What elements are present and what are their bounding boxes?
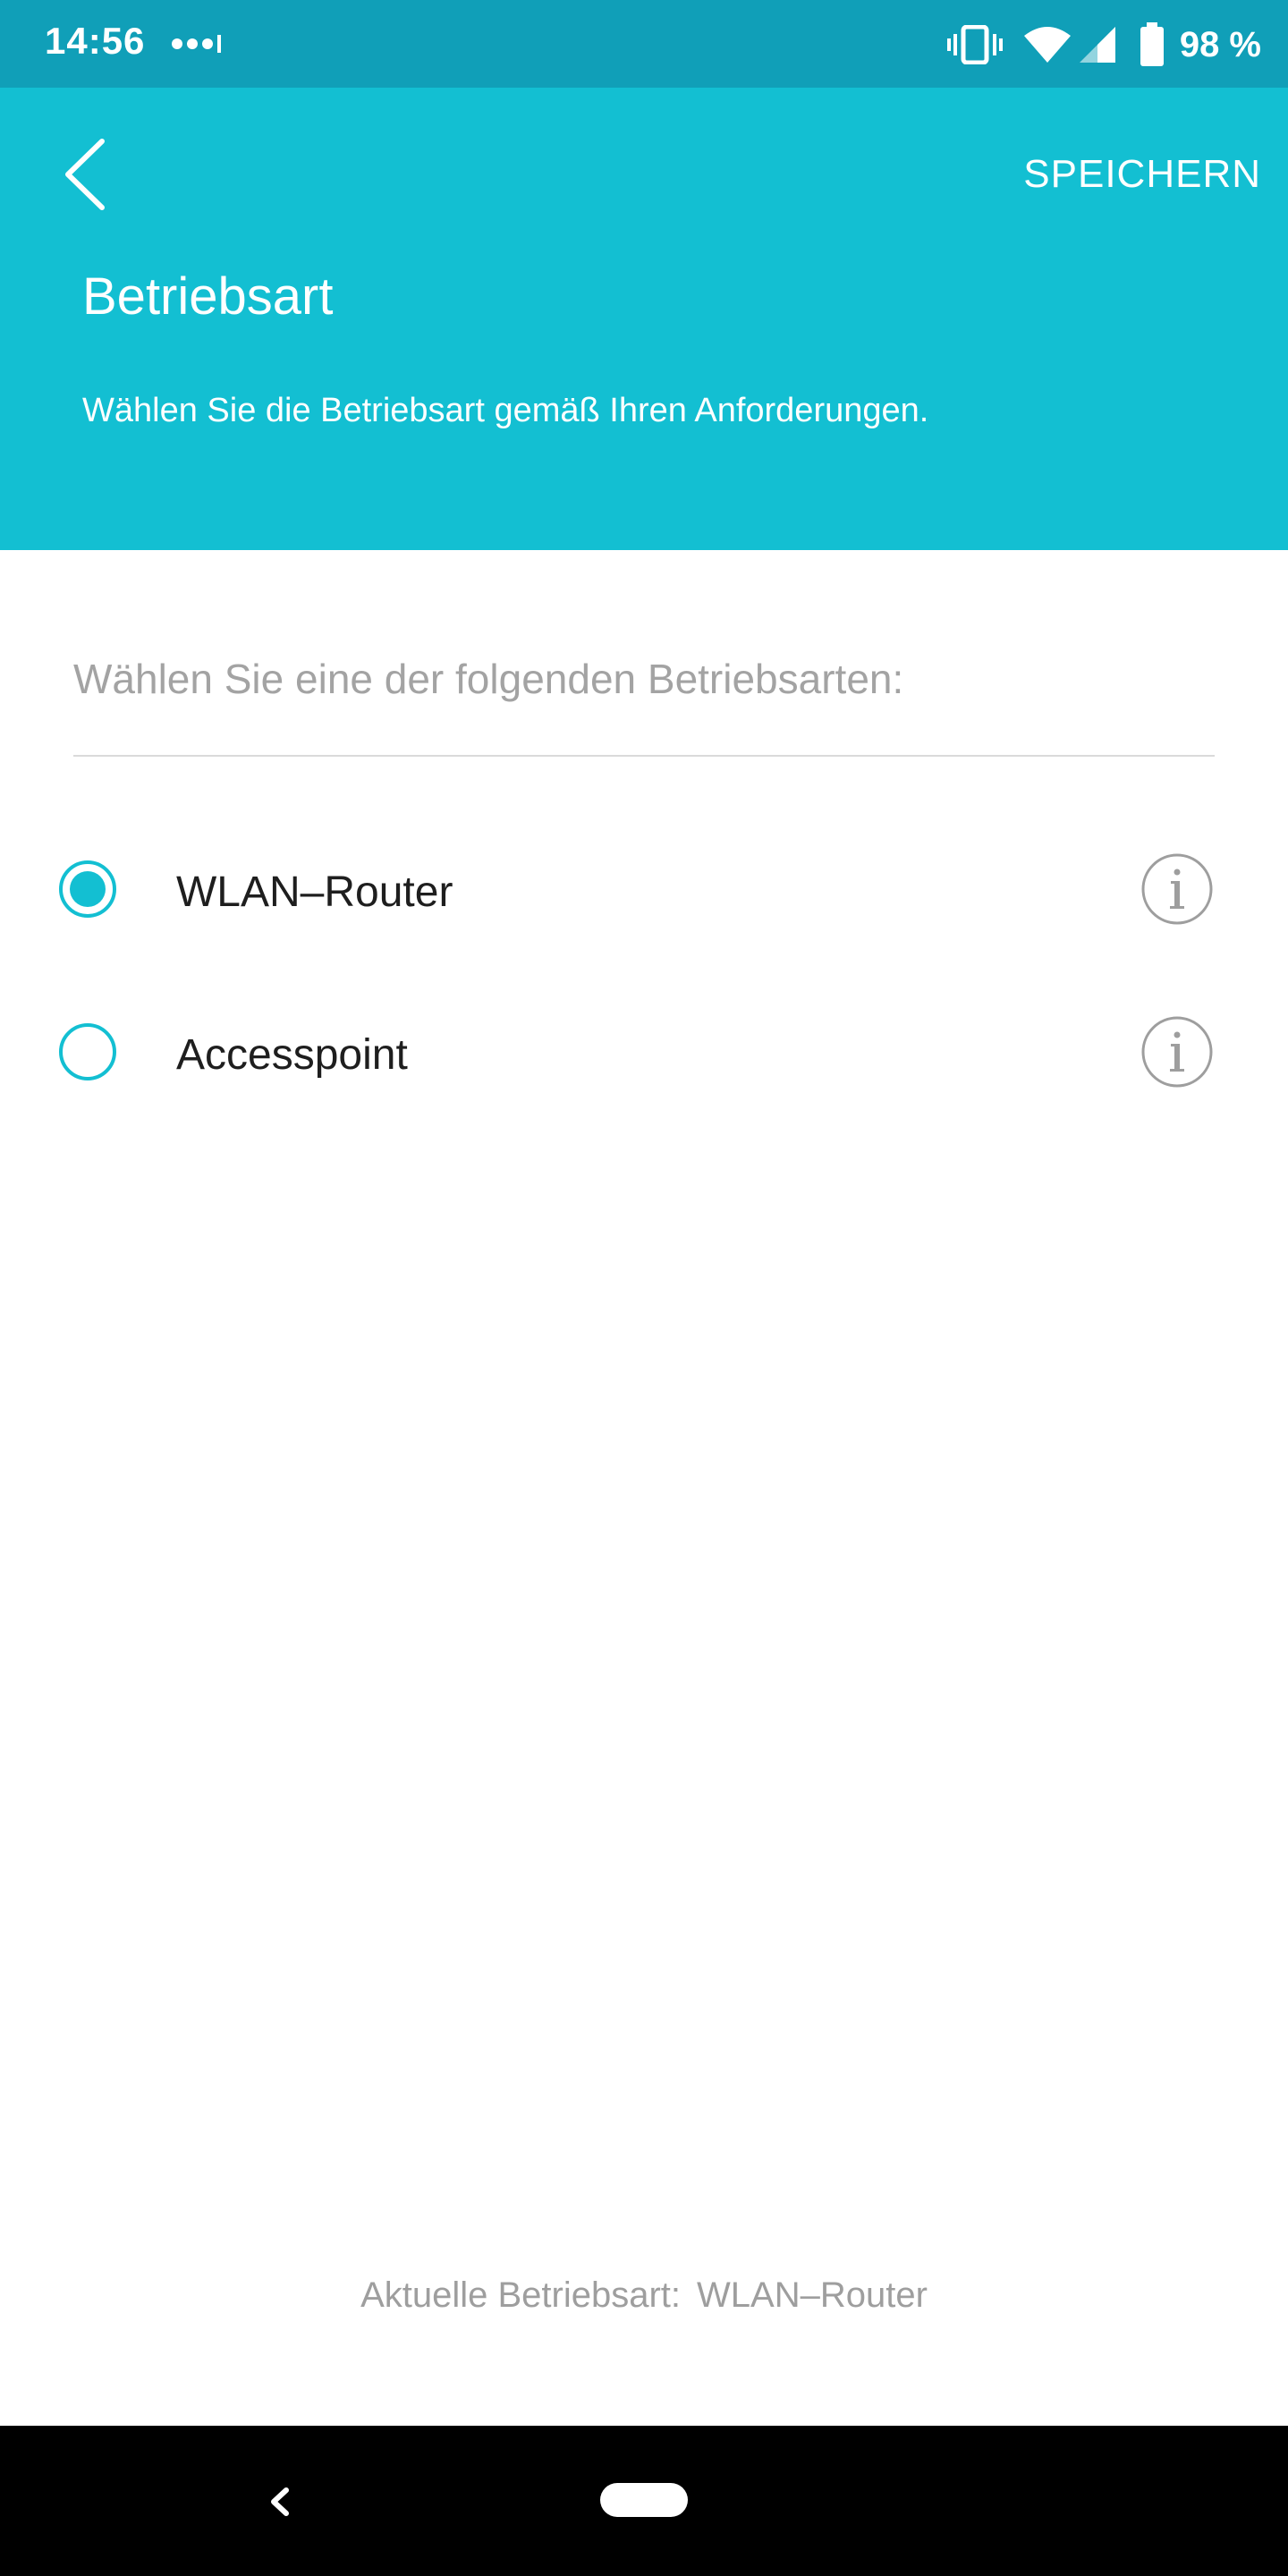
page-description: Wählen Sie die Betriebsart gemäß Ihren A… xyxy=(82,392,929,429)
vibrate-icon xyxy=(946,25,1003,64)
info-icon[interactable] xyxy=(1140,1015,1214,1089)
notification-dots-icon xyxy=(172,35,221,53)
page-title: Betriebsart xyxy=(82,267,334,326)
current-mode-label: Aktuelle Betriebsart: xyxy=(360,2275,682,2315)
radio-button-checked[interactable] xyxy=(59,860,116,918)
save-button[interactable]: SPEICHERN xyxy=(1023,152,1261,197)
status-icons: 98 % xyxy=(946,18,1261,72)
option-accesspoint[interactable]: Accesspoint xyxy=(0,993,1288,1118)
current-mode-value: WLAN–Router xyxy=(697,2275,928,2315)
info-icon[interactable] xyxy=(1140,852,1214,926)
cell-signal-icon xyxy=(1079,27,1115,63)
status-time: 14:56 xyxy=(45,20,146,62)
screen: 14:56 98 % SPEICHERN Betriebsart Wählen … xyxy=(0,0,1288,2576)
option-label: Accesspoint xyxy=(176,1031,408,1079)
status-bar: 14:56 98 % xyxy=(0,0,1288,88)
nav-back-icon[interactable] xyxy=(259,2470,295,2533)
header: SPEICHERN Betriebsart Wählen Sie die Bet… xyxy=(0,88,1288,550)
back-arrow-icon[interactable] xyxy=(55,134,118,215)
selection-prompt: Wählen Sie eine der folgenden Betriebsar… xyxy=(73,656,904,702)
option-label: WLAN–Router xyxy=(176,869,453,916)
radio-button-unchecked[interactable] xyxy=(59,1023,116,1080)
system-nav-bar xyxy=(0,2426,1288,2576)
nav-home-pill[interactable] xyxy=(600,2483,688,2517)
wifi-icon xyxy=(1023,27,1071,63)
divider xyxy=(73,755,1215,757)
option-wlan-router[interactable]: WLAN–Router xyxy=(0,830,1288,955)
current-mode-text: Aktuelle Betriebsart: WLAN–Router xyxy=(0,2275,1288,2316)
battery-icon xyxy=(1140,22,1164,66)
battery-percent: 98 % xyxy=(1179,24,1261,64)
